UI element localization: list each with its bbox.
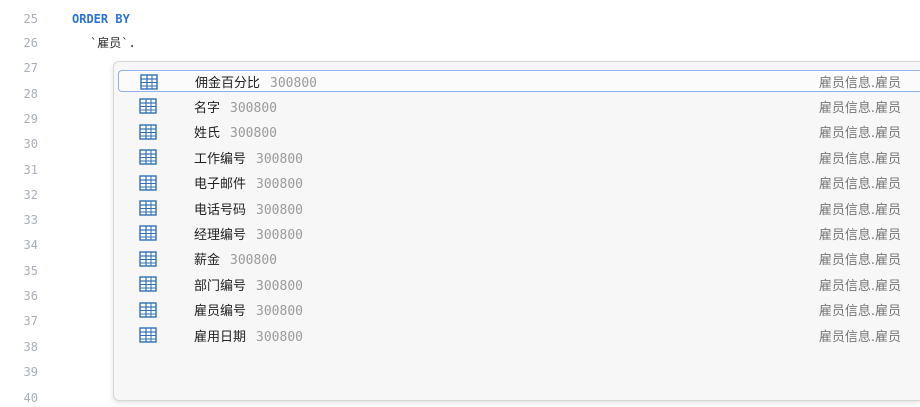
line-number: 28: [23, 87, 38, 101]
column-source: 雇员信息.雇员: [818, 75, 901, 91]
column-name-text: 姓氏: [194, 126, 221, 142]
line-number-gutter: 25 26 27 28 29 30 31 32 33 34 35 36 37 3…: [0, 0, 44, 407]
line-number: 30: [23, 137, 38, 151]
table-column-icon: [139, 301, 157, 318]
column-name: 名字 300800: [194, 97, 277, 116]
table-column-icon: [139, 174, 157, 191]
code-line-order-by[interactable]: ORDER BY: [72, 12, 130, 26]
column-name: 工作编号 300800: [194, 148, 303, 167]
column-name: 部门编号 300800: [194, 275, 303, 294]
line-number: 33: [23, 213, 38, 227]
column-name: 雇员编号 300800: [194, 300, 303, 319]
column-source: 雇员信息.雇员: [818, 126, 901, 142]
column-source: 雇员信息.雇员: [818, 329, 901, 345]
table-column-icon: [139, 149, 157, 165]
column-name-text: 电话号码: [194, 202, 247, 218]
autocomplete-item[interactable]: 经理编号 300800 雇员信息.雇员: [118, 222, 920, 244]
autocomplete-item[interactable]: 薪金 300800 雇员信息.雇员: [118, 248, 920, 270]
column-name-text: 雇员编号: [194, 304, 247, 320]
column-type: 300800: [256, 227, 303, 243]
code-line-table-ref[interactable]: `雇员`.: [90, 36, 136, 50]
column-type: 300800: [270, 75, 317, 91]
column-name-text: 雇用日期: [194, 329, 247, 345]
table-column-icon: [139, 124, 157, 140]
autocomplete-item[interactable]: 工作编号 300800 雇员信息.雇员: [118, 146, 920, 168]
autocomplete-item[interactable]: 电话号码 300800 雇员信息.雇员: [118, 197, 920, 219]
table-column-icon: [139, 251, 157, 267]
autocomplete-item[interactable]: 名字 300800 雇员信息.雇员: [118, 95, 920, 117]
column-source: 雇员信息.雇员: [818, 177, 901, 193]
column-type: 300800: [230, 100, 277, 116]
column-name-text: 名字: [194, 100, 221, 116]
table-column-icon: [140, 74, 158, 90]
column-name-text: 工作编号: [194, 151, 247, 167]
column-name-text: 佣金百分比: [195, 75, 261, 91]
column-type: 300800: [256, 177, 303, 193]
column-source: 雇员信息.雇员: [818, 253, 901, 269]
table-column-icon: [139, 200, 157, 216]
autocomplete-item[interactable]: 雇用日期 300800 雇员信息.雇员: [118, 324, 920, 346]
table-column-icon: [139, 276, 157, 292]
column-type: 300800: [230, 253, 277, 269]
autocomplete-item[interactable]: 部门编号 300800 雇员信息.雇员: [118, 273, 920, 295]
column-name: 佣金百分比 300800: [195, 72, 317, 91]
column-source: 雇员信息.雇员: [818, 100, 901, 116]
line-number: 36: [23, 289, 38, 303]
line-number: 27: [23, 61, 38, 75]
autocomplete-item[interactable]: 姓氏 300800 雇员信息.雇员: [118, 121, 920, 143]
line-number: 25: [23, 12, 38, 26]
line-number: 29: [23, 112, 38, 126]
column-source: 雇员信息.雇员: [818, 151, 901, 167]
line-number: 32: [23, 188, 38, 202]
column-name-text: 电子邮件: [194, 177, 247, 193]
column-name: 电话号码 300800: [194, 199, 303, 218]
autocomplete-popup[interactable]: 佣金百分比 300800 雇员信息.雇员 名字 300800 雇员信息.雇员 姓氏 30080…: [113, 61, 920, 401]
column-name: 雇用日期 300800: [194, 326, 303, 345]
table-column-icon: [139, 98, 157, 115]
line-number: 26: [23, 36, 38, 50]
column-type: 300800: [256, 202, 303, 218]
column-name: 薪金 300800: [194, 249, 277, 268]
column-source: 雇员信息.雇员: [818, 227, 901, 243]
column-name: 姓氏 300800: [194, 122, 277, 141]
table-column-icon: [139, 327, 157, 343]
column-type: 300800: [256, 329, 303, 345]
line-number: 34: [23, 238, 38, 252]
column-name: 经理编号 300800: [194, 224, 303, 243]
column-source: 雇员信息.雇员: [818, 202, 901, 218]
autocomplete-item[interactable]: 电子邮件 300800 雇员信息.雇员: [118, 172, 920, 194]
column-type: 300800: [256, 151, 303, 167]
column-type: 300800: [256, 278, 303, 294]
column-source: 雇员信息.雇员: [818, 304, 901, 320]
line-number: 40: [23, 391, 38, 405]
column-name-text: 薪金: [194, 253, 221, 269]
autocomplete-item[interactable]: 佣金百分比 300800 雇员信息.雇员: [118, 70, 920, 92]
table-column-icon: [139, 225, 157, 242]
column-name: 电子邮件 300800: [194, 173, 303, 192]
column-type: 300800: [256, 304, 303, 320]
column-source: 雇员信息.雇员: [818, 278, 901, 294]
autocomplete-item[interactable]: 雇员编号 300800 雇员信息.雇员: [118, 299, 920, 321]
line-number: 39: [23, 365, 38, 379]
line-number: 38: [23, 340, 38, 354]
column-name-text: 经理编号: [194, 227, 247, 243]
line-number: 37: [23, 314, 38, 328]
line-number: 35: [23, 264, 38, 278]
line-number: 31: [23, 163, 38, 177]
column-type: 300800: [230, 126, 277, 142]
column-name-text: 部门编号: [194, 278, 247, 294]
